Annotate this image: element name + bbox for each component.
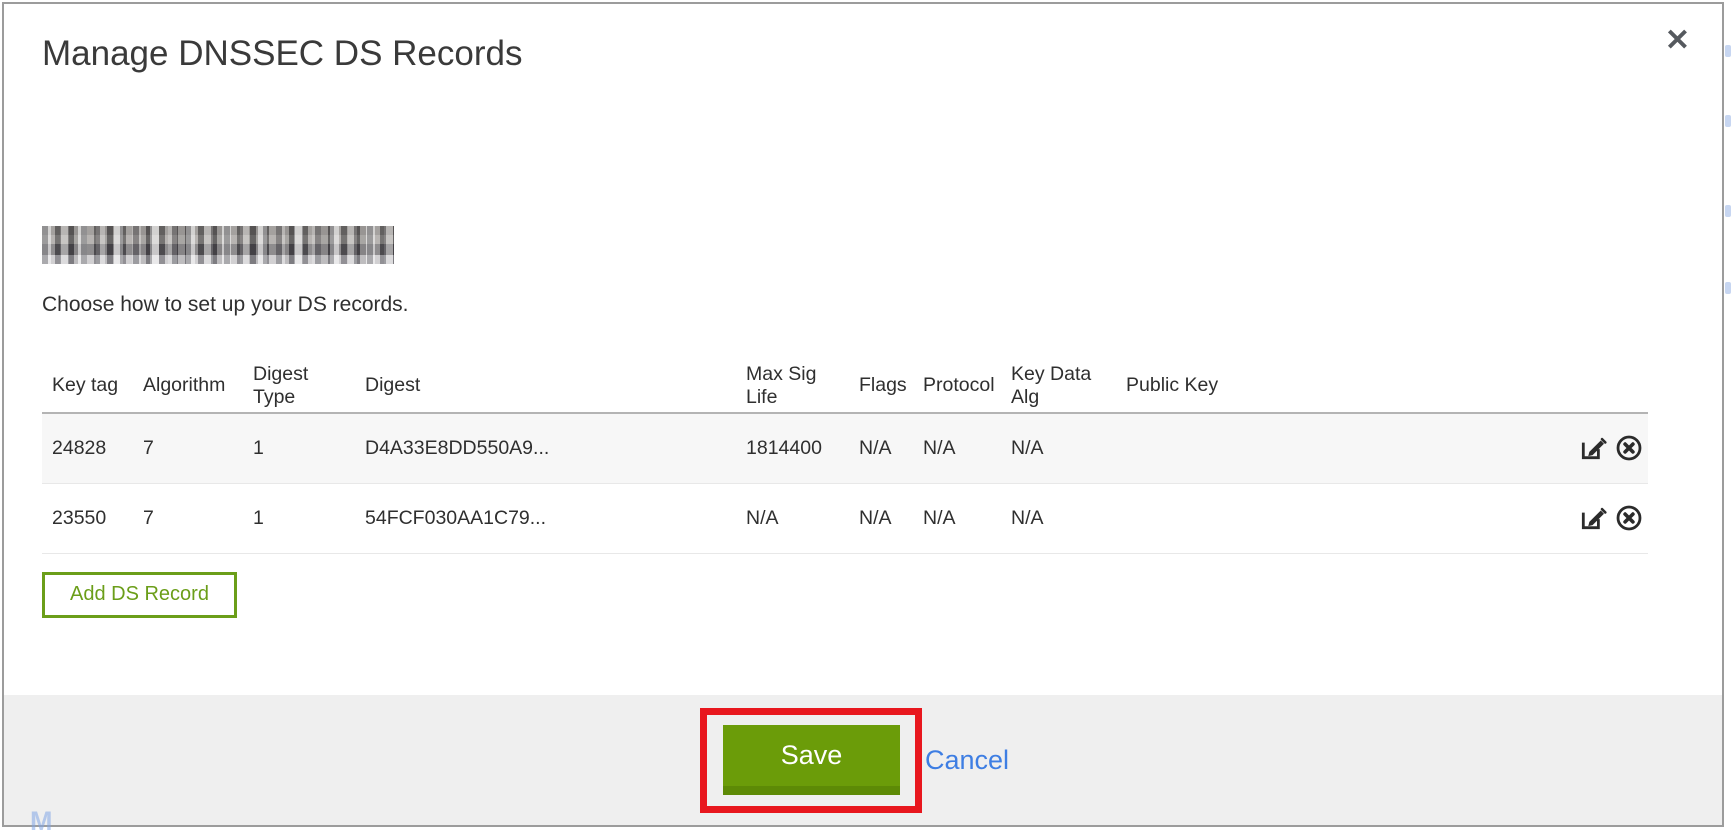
cell-key-tag: 23550: [42, 483, 133, 553]
table-row: 23550 7 1 54FCF030AA1C79... N/A N/A N/A …: [42, 483, 1648, 553]
background-artifact: [1725, 205, 1731, 217]
cell-digest-type: 1: [243, 413, 355, 483]
cell-actions: [1546, 413, 1648, 483]
cell-algorithm: 7: [133, 413, 243, 483]
cell-algorithm: 7: [133, 483, 243, 553]
edit-record-icon[interactable]: [1579, 504, 1607, 532]
col-header-key-tag: Key tag: [42, 359, 133, 413]
domain-name-redacted: [42, 226, 394, 264]
col-header-algorithm: Algorithm: [133, 359, 243, 413]
col-header-key-data-alg: Key Data Alg: [1001, 359, 1116, 413]
col-header-digest-type: Digest Type: [243, 359, 355, 413]
delete-record-icon[interactable]: [1615, 434, 1643, 462]
ds-records-table: Key tag Algorithm Digest Type Digest Max…: [42, 359, 1648, 554]
background-artifact: [1725, 282, 1731, 294]
background-artifact: [1725, 45, 1731, 57]
cell-protocol: N/A: [913, 483, 1001, 553]
cell-public-key: [1116, 413, 1546, 483]
cell-public-key: [1116, 483, 1546, 553]
cell-max-sig-life: 1814400: [736, 413, 849, 483]
cancel-link[interactable]: Cancel: [925, 745, 1009, 776]
background-artifact: [1725, 115, 1731, 127]
annotation-highlight-box: Save: [700, 708, 922, 813]
cell-protocol: N/A: [913, 413, 1001, 483]
add-ds-record-button[interactable]: Add DS Record: [42, 572, 237, 618]
cell-digest: D4A33E8DD550A9...: [355, 413, 736, 483]
cell-flags: N/A: [849, 483, 913, 553]
col-header-digest: Digest: [355, 359, 736, 413]
cell-max-sig-life: N/A: [736, 483, 849, 553]
save-button[interactable]: Save: [723, 725, 900, 795]
instruction-text: Choose how to set up your DS records.: [42, 292, 1648, 317]
col-header-actions: [1546, 359, 1648, 413]
manage-dnssec-ds-records-dialog: ✕ Manage DNSSEC DS Records Choose how to…: [2, 2, 1724, 827]
col-header-flags: Flags: [849, 359, 913, 413]
cell-key-data-alg: N/A: [1001, 483, 1116, 553]
cell-actions: [1546, 483, 1648, 553]
cell-digest-type: 1: [243, 483, 355, 553]
cell-key-tag: 24828: [42, 413, 133, 483]
delete-record-icon[interactable]: [1615, 504, 1643, 532]
col-header-max-sig-life: Max Sig Life: [736, 359, 849, 413]
cell-flags: N/A: [849, 413, 913, 483]
dialog-title: Manage DNSSEC DS Records: [42, 34, 1648, 74]
cell-digest: 54FCF030AA1C79...: [355, 483, 736, 553]
dialog-content: Manage DNSSEC DS Records Choose how to s…: [4, 34, 1722, 618]
col-header-public-key: Public Key: [1116, 359, 1546, 413]
close-icon[interactable]: ✕: [1665, 26, 1690, 56]
table-header-row: Key tag Algorithm Digest Type Digest Max…: [42, 359, 1648, 413]
page-background: M ✕ Manage DNSSEC DS Records Choose how …: [0, 0, 1734, 830]
col-header-protocol: Protocol: [913, 359, 1001, 413]
edit-record-icon[interactable]: [1579, 434, 1607, 462]
table-row: 24828 7 1 D4A33E8DD550A9... 1814400 N/A …: [42, 413, 1648, 483]
dialog-footer: Save Cancel: [4, 695, 1722, 825]
cell-key-data-alg: N/A: [1001, 413, 1116, 483]
